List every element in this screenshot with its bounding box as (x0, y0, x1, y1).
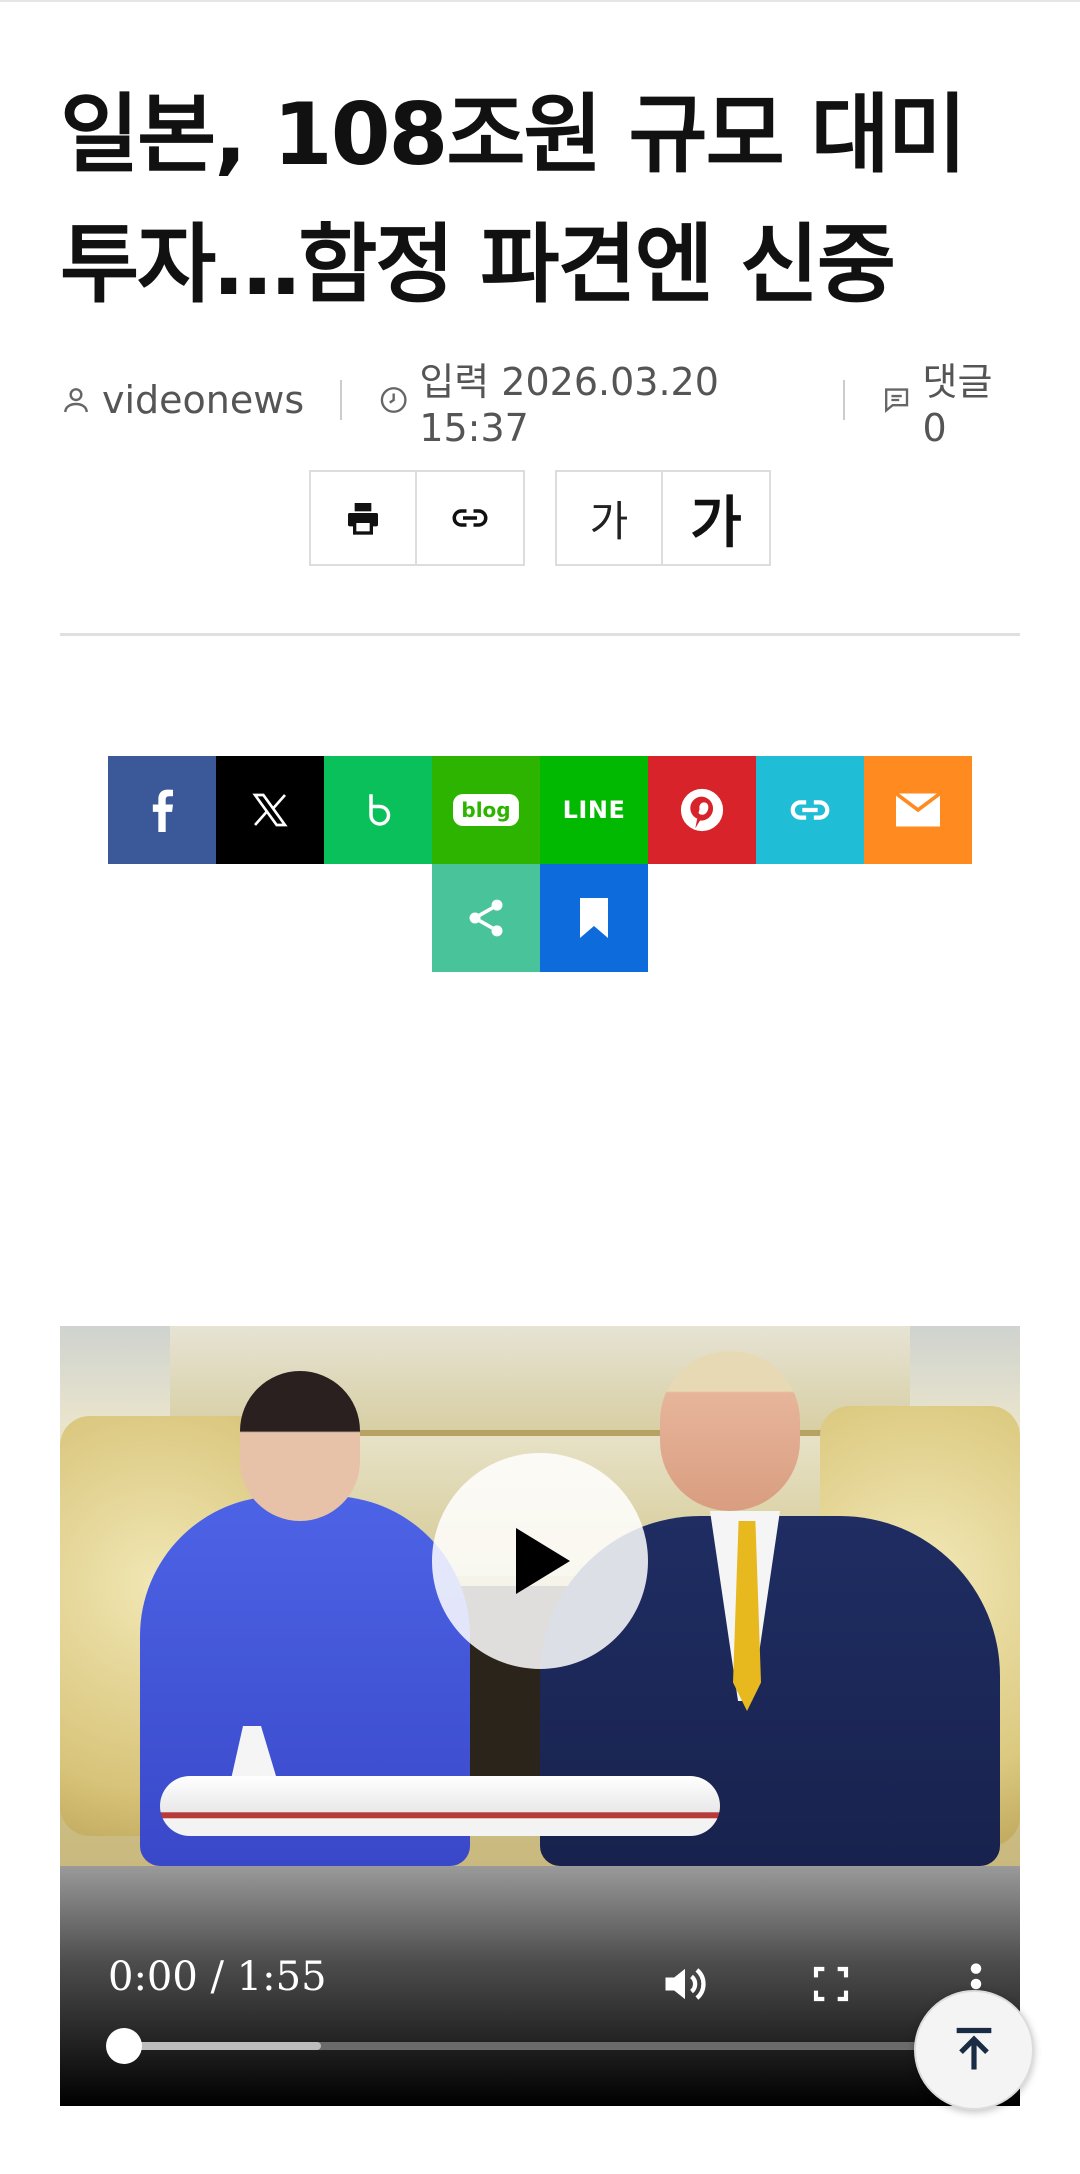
person-icon (64, 388, 88, 413)
blog-icon: blog (453, 794, 519, 826)
share-facebook-button[interactable] (108, 756, 216, 864)
publish-info: 입력 2026.03.20 15:37 (378, 351, 808, 450)
facebook-icon (152, 789, 173, 832)
line-label: LINE (562, 796, 626, 824)
meta-separator (843, 380, 846, 420)
video-time: 0:00 / 1:55 (108, 1954, 327, 2000)
arrow-up-to-top-icon (956, 2027, 992, 2070)
article-tools (309, 470, 525, 566)
clock-icon (380, 387, 407, 413)
font-decrease-button[interactable]: 가 (555, 470, 663, 566)
share-band-button[interactable] (324, 756, 432, 864)
share-line-button[interactable]: LINE (540, 756, 648, 864)
band-icon (369, 794, 391, 826)
volume-icon (665, 1968, 706, 2000)
print-icon (348, 503, 378, 535)
headline-line-1: 일본, 108조원 규모 대미 (60, 85, 967, 185)
bookmark-icon (580, 898, 608, 938)
article-meta: videonews 입력 2026.03.20 15:37 댓글 0 (60, 360, 1020, 450)
share-blog-button[interactable]: blog (432, 756, 540, 864)
scene-head-right (660, 1351, 800, 1511)
progress-knob[interactable] (106, 2028, 142, 2064)
fullscreen-icon (813, 1966, 849, 2002)
section-divider (60, 633, 1020, 636)
bookmark-button[interactable] (540, 864, 648, 972)
print-button[interactable] (309, 470, 417, 566)
top-rule (0, 0, 1080, 2)
video-frame (60, 1326, 1020, 1866)
copy-link-button[interactable] (417, 470, 525, 566)
font-size-tools: 가 가 (555, 470, 771, 566)
scene-plane-model (160, 1776, 720, 1836)
publish-date: 입력 2026.03.20 15:37 (419, 359, 719, 450)
link-icon (790, 800, 830, 820)
comment-count: 댓글 0 (922, 359, 993, 450)
comment-info[interactable]: 댓글 0 (881, 351, 1020, 450)
share-x-button[interactable] (216, 756, 324, 864)
video-player[interactable]: 0:00 / 1:55 (60, 1326, 1020, 2106)
headline-line-2: 투자…함정 파견엔 신중 (60, 215, 896, 315)
font-increase-button[interactable]: 가 (663, 470, 771, 566)
share-email-button[interactable] (864, 756, 972, 864)
share-buttons: blog LINE (108, 756, 972, 972)
comment-icon (885, 388, 909, 413)
pinterest-icon (680, 788, 724, 832)
author-info: videonews (60, 378, 304, 422)
progress-track[interactable] (124, 2042, 944, 2050)
scroll-to-top-button[interactable] (914, 1990, 1034, 2110)
video-controls: 0:00 / 1:55 (60, 1866, 1020, 2106)
x-icon (252, 793, 288, 827)
link-icon (452, 509, 488, 527)
blog-label: blog (461, 798, 511, 822)
article-headline: 일본, 108조원 규모 대미 투자…함정 파견엔 신중 (60, 70, 1020, 330)
author-name: videonews (102, 378, 305, 422)
meta-separator (340, 380, 342, 420)
mail-icon (896, 793, 940, 827)
volume-button[interactable] (657, 1956, 713, 2012)
share-pinterest-button[interactable] (648, 756, 756, 864)
fullscreen-button[interactable] (803, 1956, 859, 2012)
progress-buffer (124, 2042, 321, 2050)
share-more-button[interactable] (432, 864, 540, 972)
share-link-button[interactable] (756, 756, 864, 864)
share-icon (469, 899, 503, 937)
play-icon (516, 1528, 570, 1594)
scene-head-left (240, 1371, 360, 1521)
play-button[interactable] (432, 1453, 648, 1669)
